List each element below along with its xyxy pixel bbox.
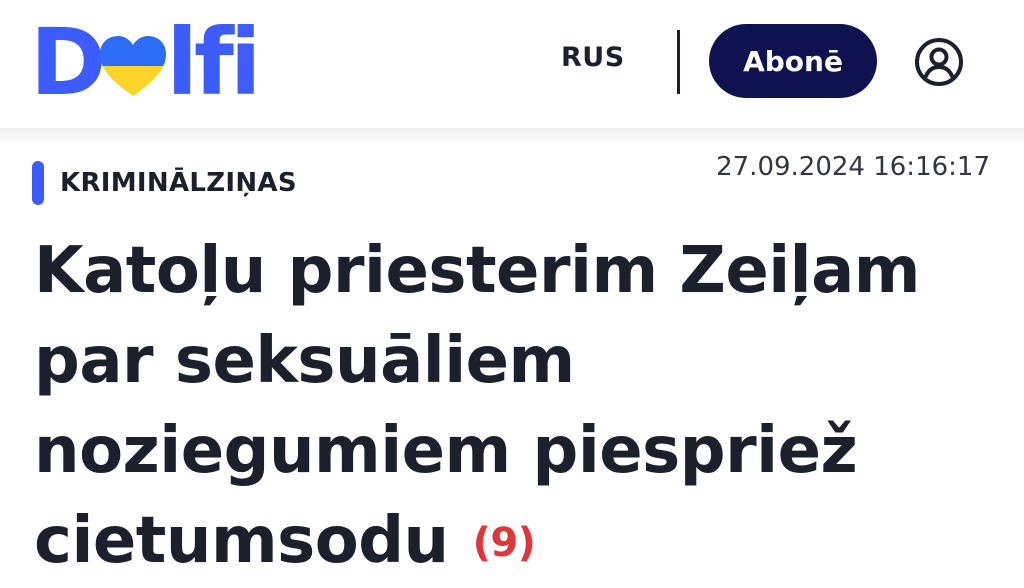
user-circle-icon bbox=[915, 38, 963, 86]
logo-letter-d: D bbox=[30, 9, 106, 116]
publish-timestamp: 27.09.2024 16:16:17 bbox=[716, 152, 990, 182]
logo-letters-lfi: lfi bbox=[166, 9, 261, 116]
comment-count-link[interactable]: (9) bbox=[473, 520, 536, 566]
header-shadow bbox=[0, 128, 1024, 146]
site-logo[interactable]: D lfi bbox=[30, 9, 261, 116]
category-label: KRIMINĀLZIŅAS bbox=[60, 168, 297, 198]
language-switch-link[interactable]: RUS bbox=[561, 42, 625, 73]
subscribe-button[interactable]: Abonē bbox=[709, 24, 877, 98]
header-divider bbox=[677, 30, 680, 94]
category-link[interactable]: KRIMINĀLZIŅAS bbox=[32, 160, 297, 206]
article-headline: Katoļu priesterim Zeiļam par seksuāliem … bbox=[34, 226, 994, 588]
account-button[interactable] bbox=[913, 36, 965, 88]
heart-icon bbox=[100, 36, 167, 96]
site-header: D lfi RUS Abonē bbox=[0, 0, 1024, 128]
category-accent-bar bbox=[32, 161, 44, 205]
